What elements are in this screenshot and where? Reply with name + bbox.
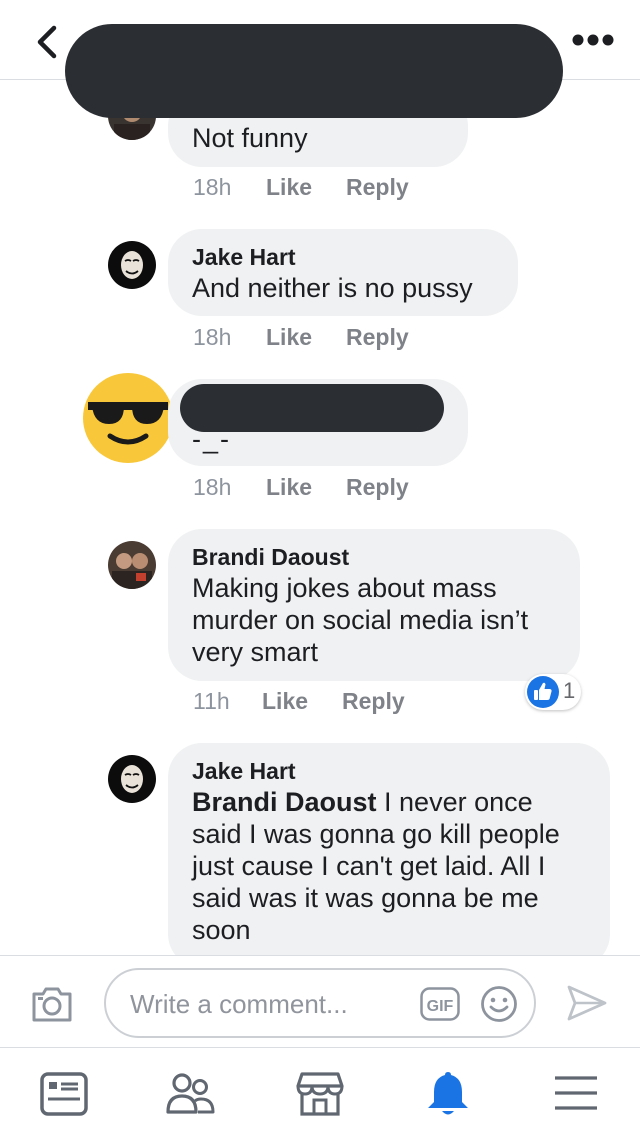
gif-button[interactable]: GIF — [420, 987, 460, 1021]
reaction-count-number: 1 — [563, 678, 576, 703]
comment-bubble: Brandi Daoust Making jokes about mass mu… — [168, 529, 580, 681]
mention-link[interactable]: Brandi Daoust — [192, 787, 377, 817]
comment-bubble: Jake Hart And neither is no pussy — [168, 229, 518, 316]
comment-text-line: very smart — [192, 637, 319, 667]
comment-author[interactable]: Jake Hart — [192, 757, 586, 786]
comment-actions: 18h Like Reply — [193, 174, 453, 202]
comment-text: Not funny — [192, 123, 308, 153]
reply-link[interactable]: Reply — [346, 474, 409, 501]
emoji-button[interactable] — [480, 985, 518, 1023]
gif-icon: GIF — [420, 987, 460, 1021]
chevron-left-icon — [37, 25, 57, 59]
reply-link[interactable]: Reply — [346, 324, 409, 351]
comment-input-placeholder: Write a comment... — [130, 989, 348, 1019]
like-link[interactable]: Like — [266, 324, 312, 351]
comment-time: 18h — [193, 474, 232, 500]
send-button[interactable] — [566, 984, 608, 1022]
reply-link[interactable]: Reply — [342, 688, 405, 715]
comment-author[interactable]: Jake Hart — [192, 243, 494, 272]
friends-icon — [166, 1073, 215, 1114]
news-feed-icon — [40, 1072, 88, 1116]
comment-text-line: just cause I can't get laid. All I — [192, 851, 546, 881]
like-reaction-icon — [527, 676, 559, 708]
comment-author[interactable]: Brandi Daoust — [192, 543, 556, 572]
notifications-bell-icon — [428, 1072, 468, 1115]
tab-marketplace[interactable] — [294, 1068, 346, 1120]
comment-text-line: soon — [192, 915, 251, 945]
comment-time: 18h — [193, 324, 232, 350]
back-button[interactable] — [32, 22, 62, 62]
comment-time: 11h — [193, 688, 230, 714]
comment-actions: 11h Like Reply — [193, 688, 453, 716]
like-link[interactable]: Like — [266, 174, 312, 201]
gif-label: GIF — [427, 998, 454, 1015]
redacted-block — [180, 384, 444, 432]
like-link[interactable]: Like — [266, 474, 312, 501]
sunglasses-emoji-avatar — [82, 372, 174, 464]
menu-icon — [555, 1076, 597, 1110]
comment-text-line: said was it was gonna be me — [192, 883, 539, 913]
redacted-block — [65, 24, 563, 118]
more-options-button[interactable] — [570, 30, 616, 50]
bottom-tab-bar — [0, 1047, 640, 1136]
comment-text: And neither is no pussy — [192, 273, 473, 303]
comment-bubble: Jake Hart Brandi Daoust I never once sai… — [168, 743, 610, 968]
more-dots-icon — [572, 34, 614, 46]
camera-button[interactable] — [30, 984, 74, 1024]
comment-text-fragment: I never once — [376, 787, 533, 817]
camera-icon — [32, 987, 72, 1022]
tab-menu[interactable] — [550, 1068, 602, 1120]
avatar[interactable] — [108, 241, 156, 289]
comment-composer: Write a comment... GIF — [0, 955, 640, 1047]
comment-text-line: Making jokes about mass — [192, 573, 497, 603]
comment-input[interactable]: Write a comment... GIF — [104, 968, 536, 1038]
comment-actions: 18h Like Reply — [193, 474, 453, 502]
smiley-icon — [481, 986, 517, 1022]
comment-text-line: murder on social media isn’t — [192, 605, 529, 635]
tab-friends[interactable] — [164, 1068, 216, 1120]
send-icon — [567, 985, 607, 1021]
reaction-count[interactable]: 1 — [525, 674, 581, 710]
tab-news-feed[interactable] — [38, 1068, 90, 1120]
comment-actions: 18h Like Reply — [193, 324, 453, 352]
avatar[interactable] — [108, 541, 156, 589]
marketplace-icon — [296, 1072, 344, 1116]
comment-text-line: said I was gonna go kill people — [192, 819, 560, 849]
comment-text-line: Brandi Daoust I never once — [192, 786, 586, 818]
tab-notifications[interactable] — [422, 1068, 474, 1120]
avatar[interactable] — [108, 755, 156, 803]
reply-link[interactable]: Reply — [346, 174, 409, 201]
like-link[interactable]: Like — [262, 688, 308, 715]
comment-time: 18h — [193, 174, 232, 200]
